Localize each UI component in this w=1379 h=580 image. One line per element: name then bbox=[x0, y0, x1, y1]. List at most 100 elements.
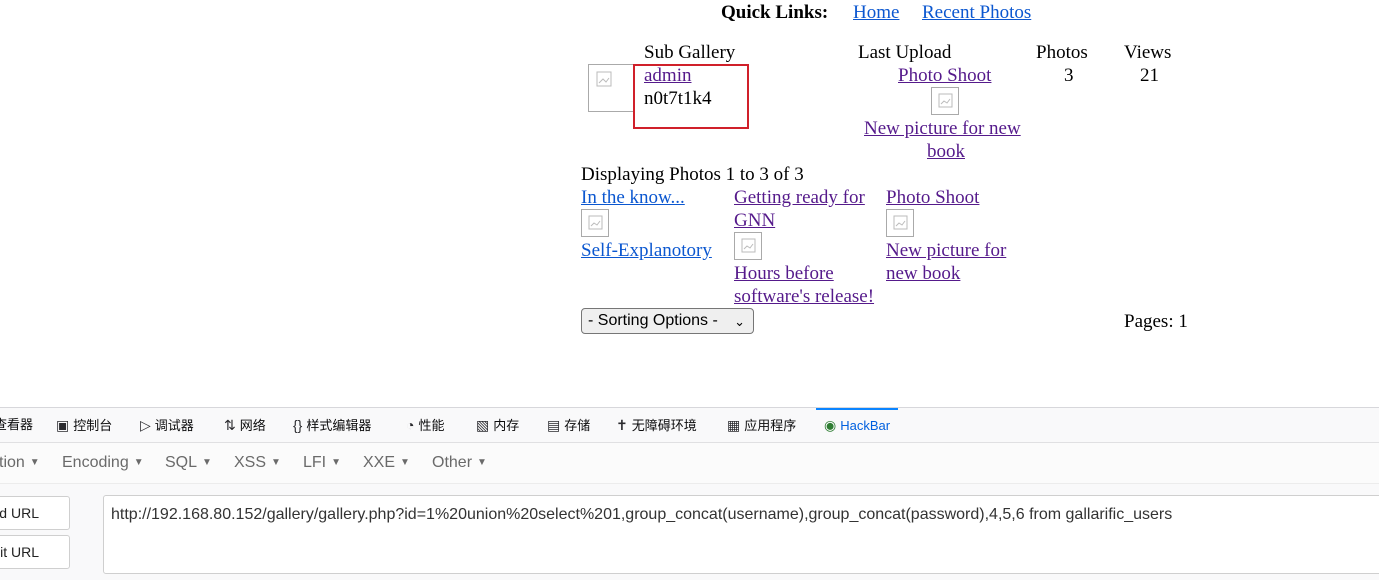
header-views: Views bbox=[1124, 42, 1172, 63]
header-photos: Photos bbox=[1036, 42, 1088, 63]
menu-lfi[interactable]: LFI ▼ bbox=[303, 443, 341, 483]
url-textarea[interactable]: http://192.168.80.152/gallery/gallery.ph… bbox=[103, 495, 1379, 574]
caret-down-icon: ▼ bbox=[133, 457, 144, 468]
menu-other[interactable]: Other ▼ bbox=[432, 443, 487, 483]
header-sub-gallery: Sub Gallery bbox=[644, 42, 736, 63]
menu-xss[interactable]: XSS ▼ bbox=[234, 443, 281, 483]
caret-down-icon: ▼ bbox=[477, 457, 487, 468]
caret-down-icon: ▼ bbox=[400, 457, 410, 468]
tab-hackbar[interactable]: ◉ HackBar bbox=[815, 408, 899, 442]
tab-style-editor-label: 样式编辑器 bbox=[306, 418, 372, 433]
caret-down-icon: ▼ bbox=[271, 457, 281, 468]
tab-hackbar-label: HackBar bbox=[840, 418, 891, 433]
photo-2-title-line1[interactable]: Getting ready for bbox=[734, 186, 865, 209]
photo-1-thumbnail[interactable] bbox=[581, 209, 609, 237]
menu-encoding[interactable]: Encoding ▼ bbox=[62, 443, 144, 483]
tab-debugger[interactable]: ▷ 调试器 bbox=[140, 408, 194, 442]
sorting-options-select[interactable]: - Sorting Options - ⌄ bbox=[581, 308, 754, 334]
style-editor-icon: {} bbox=[293, 417, 303, 433]
menu-xxe-label: XXE bbox=[363, 454, 396, 471]
sorting-selected-value: - Sorting Options - bbox=[588, 312, 718, 329]
performance-icon: ◔ bbox=[406, 417, 415, 433]
chevron-down-icon: ⌄ bbox=[734, 314, 745, 329]
devtools-tabbar: 查看器 ▣ 控制台 ▷ 调试器 ⇅ 网络 {} 样式编辑器 ◔ 性能 ▧ 内存 ▤ 存储 ✝ 无… bbox=[0, 408, 1379, 443]
load-url-label: oad URL bbox=[0, 505, 39, 521]
devtools-panel: 查看器 ▣ 控制台 ▷ 调试器 ⇅ 网络 {} 样式编辑器 ◔ 性能 ▧ 内存 ▤ 存储 ✝ 无… bbox=[0, 407, 1379, 580]
tab-performance[interactable]: ◔ 性能 bbox=[406, 408, 444, 442]
photo-2-title-line2[interactable]: GNN bbox=[734, 209, 775, 232]
hackbar-menubar: tion ▼ Encoding ▼ SQL ▼ XSS ▼ LFI ▼ XXE ▼ Othe… bbox=[0, 443, 1379, 484]
url-text: http://192.168.80.152/gallery/gallery.ph… bbox=[111, 506, 1173, 523]
caret-down-icon: ▼ bbox=[29, 457, 40, 468]
photo-2-caption-line2[interactable]: software's release! bbox=[734, 285, 874, 308]
tab-memory[interactable]: ▧ 内存 bbox=[476, 408, 519, 442]
tab-network[interactable]: ⇅ 网络 bbox=[224, 408, 266, 442]
network-icon: ⇅ bbox=[224, 417, 236, 433]
hackbar-icon: ◉ bbox=[824, 417, 837, 433]
last-upload-thumbnail[interactable] bbox=[931, 87, 959, 115]
tab-application[interactable]: ▦ 应用程序 bbox=[727, 408, 796, 442]
photos-count: 3 bbox=[1064, 65, 1074, 86]
console-icon: ▣ bbox=[56, 417, 70, 433]
split-url-label: plit URL bbox=[0, 544, 39, 560]
tab-debugger-label: 调试器 bbox=[154, 418, 194, 433]
tab-application-label: 应用程序 bbox=[744, 418, 797, 433]
displaying-photos-text: Displaying Photos 1 to 3 of 3 bbox=[581, 164, 804, 185]
caret-down-icon: ▼ bbox=[202, 457, 212, 468]
broken-image-icon bbox=[596, 71, 612, 87]
menu-other-label: Other bbox=[432, 454, 473, 471]
photo-3-caption-line1[interactable]: New picture for bbox=[886, 239, 1006, 262]
pages-indicator: Pages: 1 bbox=[1124, 311, 1188, 332]
accessibility-icon: ✝ bbox=[616, 417, 628, 433]
broken-image-icon bbox=[893, 215, 908, 230]
photo-2-caption-line1[interactable]: Hours before bbox=[734, 262, 834, 285]
tab-accessibility[interactable]: ✝ 无障碍环境 bbox=[616, 408, 697, 442]
menu-lfi-label: LFI bbox=[303, 454, 327, 471]
highlight-box bbox=[633, 64, 749, 129]
tab-style-editor[interactable]: {} 样式编辑器 bbox=[293, 408, 371, 442]
tab-inspector-label: 查看器 bbox=[0, 417, 34, 432]
storage-icon: ▤ bbox=[547, 417, 561, 433]
tab-performance-label: 性能 bbox=[418, 418, 445, 433]
debugger-icon: ▷ bbox=[140, 417, 151, 433]
broken-image-icon bbox=[741, 238, 756, 253]
tab-memory-label: 内存 bbox=[493, 418, 520, 433]
last-upload-caption-line1[interactable]: New picture for new bbox=[864, 117, 1021, 140]
application-icon: ▦ bbox=[727, 417, 741, 433]
tab-console-label: 控制台 bbox=[73, 418, 113, 433]
tab-network-label: 网络 bbox=[239, 418, 266, 433]
menu-encoding-label: Encoding bbox=[62, 454, 129, 471]
tab-accessibility-label: 无障碍环境 bbox=[631, 418, 697, 433]
menu-action-label: tion bbox=[0, 454, 25, 471]
caret-down-icon: ▼ bbox=[331, 457, 342, 468]
tab-storage[interactable]: ▤ 存储 bbox=[547, 408, 590, 442]
photo-2-thumbnail[interactable] bbox=[734, 232, 762, 260]
menu-sql-label: SQL bbox=[165, 454, 198, 471]
tab-console[interactable]: ▣ 控制台 bbox=[56, 408, 112, 442]
views-count: 21 bbox=[1140, 65, 1159, 86]
quick-links: Quick Links: bbox=[721, 1, 828, 24]
menu-xss-label: XSS bbox=[234, 454, 267, 471]
last-upload-title-link[interactable]: Photo Shoot bbox=[898, 64, 991, 87]
photo-3-thumbnail[interactable] bbox=[886, 209, 914, 237]
gallery-thumbnail[interactable] bbox=[588, 64, 634, 112]
broken-image-icon bbox=[588, 215, 603, 230]
load-url-button[interactable]: oad URL bbox=[0, 496, 70, 530]
menu-xxe[interactable]: XXE ▼ bbox=[363, 443, 410, 483]
photo-1-title-link[interactable]: In the know... bbox=[581, 186, 685, 209]
quick-links-label: Quick Links: bbox=[721, 2, 829, 23]
tab-storage-label: 存储 bbox=[564, 418, 591, 433]
last-upload-caption-line2[interactable]: book bbox=[927, 140, 965, 163]
tab-inspector[interactable]: 查看器 bbox=[0, 408, 33, 442]
home-link[interactable]: Home bbox=[853, 1, 899, 24]
memory-icon: ▧ bbox=[476, 417, 490, 433]
menu-sql[interactable]: SQL ▼ bbox=[165, 443, 212, 483]
broken-image-icon bbox=[938, 93, 953, 108]
recent-photos-link[interactable]: Recent Photos bbox=[922, 1, 1031, 24]
photo-3-caption-line2[interactable]: new book bbox=[886, 262, 960, 285]
split-url-button[interactable]: plit URL bbox=[0, 535, 70, 569]
header-last-upload: Last Upload bbox=[858, 42, 952, 63]
photo-1-caption-link[interactable]: Self-Explanotory bbox=[581, 239, 712, 262]
photo-3-title-link[interactable]: Photo Shoot bbox=[886, 186, 979, 209]
menu-action[interactable]: tion ▼ bbox=[0, 443, 40, 483]
